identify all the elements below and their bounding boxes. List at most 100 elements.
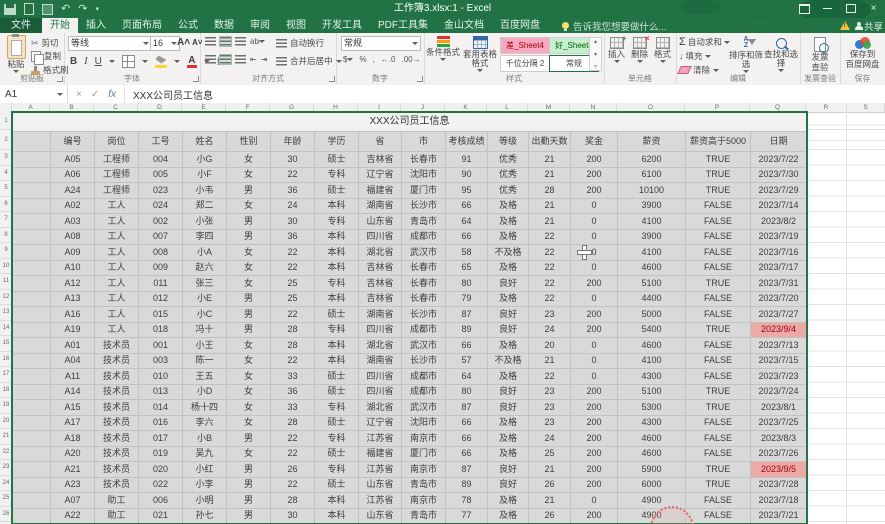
name-box[interactable]: A1 [0, 85, 68, 103]
column-title-学历[interactable]: 学历 [314, 131, 359, 152]
cell[interactable]: 95 [445, 182, 488, 199]
cell[interactable]: 硕士 [314, 368, 359, 385]
cell[interactable]: 0 [570, 228, 618, 245]
cell[interactable]: 66 [445, 228, 488, 245]
cell[interactable]: 厦门市 [401, 445, 446, 462]
cell[interactable]: A09 [50, 244, 95, 261]
column-header-C[interactable]: C [94, 103, 138, 112]
cell[interactable]: 21 [528, 352, 571, 369]
cell[interactable]: 008 [138, 244, 183, 261]
cell[interactable]: 女 [226, 275, 271, 292]
cell[interactable]: A07 [50, 492, 95, 509]
cell[interactable]: 2023/9/5 [750, 461, 807, 478]
cell[interactable]: 5400 [617, 321, 686, 338]
cell[interactable]: 77 [445, 507, 488, 524]
cell[interactable]: 工人 [94, 213, 139, 230]
cell[interactable]: 硕士 [314, 476, 359, 493]
cell[interactable]: 工人 [94, 228, 139, 245]
tab-数据[interactable]: 数据 [206, 18, 242, 33]
cell[interactable]: 2023/7/24 [750, 383, 807, 400]
find-select-button[interactable]: 查找和选择 [764, 38, 798, 72]
print-preview-icon[interactable] [42, 3, 53, 15]
cell[interactable]: A14 [50, 383, 95, 400]
cell[interactable]: 89 [445, 476, 488, 493]
row-header-2[interactable]: 2 [0, 130, 12, 150]
cell[interactable]: A16 [50, 306, 95, 323]
cell[interactable]: 硕士 [314, 151, 359, 168]
cell[interactable]: 4300 [617, 414, 686, 431]
increase-decimal-button[interactable]: ←.0 [381, 55, 396, 64]
row-header-22[interactable]: 22 [0, 445, 12, 460]
cell[interactable]: 200 [570, 182, 618, 199]
column-header-H[interactable]: H [314, 103, 358, 112]
cell[interactable]: 2023/8/3 [750, 430, 807, 447]
cell[interactable]: 吉林省 [358, 151, 402, 168]
cell[interactable]: 66 [445, 337, 488, 354]
cell[interactable]: 66 [445, 445, 488, 462]
bold-button[interactable]: B [70, 56, 77, 67]
cell[interactable]: 孙七 [182, 507, 227, 524]
cell[interactable]: 男 [226, 476, 271, 493]
cell[interactable]: 80 [445, 383, 488, 400]
enter-icon[interactable]: ✓ [91, 89, 99, 100]
cell[interactable]: 2023/7/26 [750, 445, 807, 462]
row-header-26[interactable]: 26 [0, 507, 12, 522]
cell[interactable]: FALSE [685, 259, 751, 276]
cell[interactable]: 成都市 [401, 228, 446, 245]
cell[interactable]: 女 [226, 368, 271, 385]
cell[interactable]: 0 [570, 197, 618, 214]
cell[interactable]: A08 [50, 228, 95, 245]
cell[interactable]: 工人 [94, 275, 139, 292]
empty-cell[interactable] [12, 399, 51, 416]
cell[interactable]: 长春市 [401, 290, 446, 307]
cell[interactable]: 0 [570, 337, 618, 354]
cell[interactable]: A20 [50, 445, 95, 462]
cell[interactable]: 5000 [617, 306, 686, 323]
cell[interactable]: FALSE [685, 244, 751, 261]
cell[interactable]: 3900 [617, 228, 686, 245]
number-dialog-launcher[interactable] [417, 76, 423, 82]
cell[interactable]: 及格 [487, 492, 529, 509]
cell[interactable]: 小韦 [182, 182, 227, 199]
cell[interactable]: 男 [226, 507, 271, 524]
cell[interactable]: FALSE [685, 352, 751, 369]
cell[interactable]: 200 [570, 445, 618, 462]
column-header-I[interactable]: I [358, 103, 401, 112]
column-title-日期[interactable]: 日期 [750, 131, 807, 152]
cell[interactable]: 青岛市 [401, 213, 446, 230]
cell[interactable]: 23 [528, 383, 571, 400]
tab-开发工具[interactable]: 开发工具 [314, 18, 370, 33]
style-gallery-scroll[interactable]: ▴ ▾ ▿ [589, 37, 602, 71]
cell[interactable]: 本科 [314, 244, 359, 261]
font-size-select[interactable]: 16 [150, 36, 180, 51]
cell[interactable]: 四川省 [358, 228, 402, 245]
cell[interactable]: 辽宁省 [358, 166, 402, 183]
fill-color-caret-icon[interactable] [173, 60, 180, 63]
cell[interactable]: 22 [270, 244, 315, 261]
cell[interactable]: 21 [528, 166, 571, 183]
cell[interactable]: 22 [528, 244, 571, 261]
cell[interactable]: FALSE [685, 228, 751, 245]
cell[interactable]: 四川省 [358, 321, 402, 338]
cell[interactable]: 长沙市 [401, 197, 446, 214]
empty-cell[interactable] [12, 290, 51, 307]
cell[interactable]: 28 [270, 337, 315, 354]
cell[interactable]: 015 [138, 306, 183, 323]
cell[interactable]: 本科 [314, 290, 359, 307]
cell[interactable]: 004 [138, 151, 183, 168]
empty-cell[interactable] [12, 476, 51, 493]
column-header-R[interactable]: R [806, 103, 847, 112]
column-header-M[interactable]: M [528, 103, 570, 112]
cell[interactable]: 男 [226, 306, 271, 323]
cell[interactable]: 王五 [182, 368, 227, 385]
cell[interactable]: A12 [50, 275, 95, 292]
empty-cell[interactable] [12, 151, 51, 168]
cell[interactable]: 91 [445, 151, 488, 168]
empty-cell[interactable] [12, 259, 51, 276]
cell[interactable]: 66 [445, 197, 488, 214]
empty-cell[interactable] [12, 430, 51, 447]
cell[interactable]: 200 [570, 476, 618, 493]
paste-button[interactable]: 粘贴 [3, 34, 29, 73]
cell[interactable]: 小明 [182, 492, 227, 509]
align-left-icon[interactable] [205, 55, 216, 64]
